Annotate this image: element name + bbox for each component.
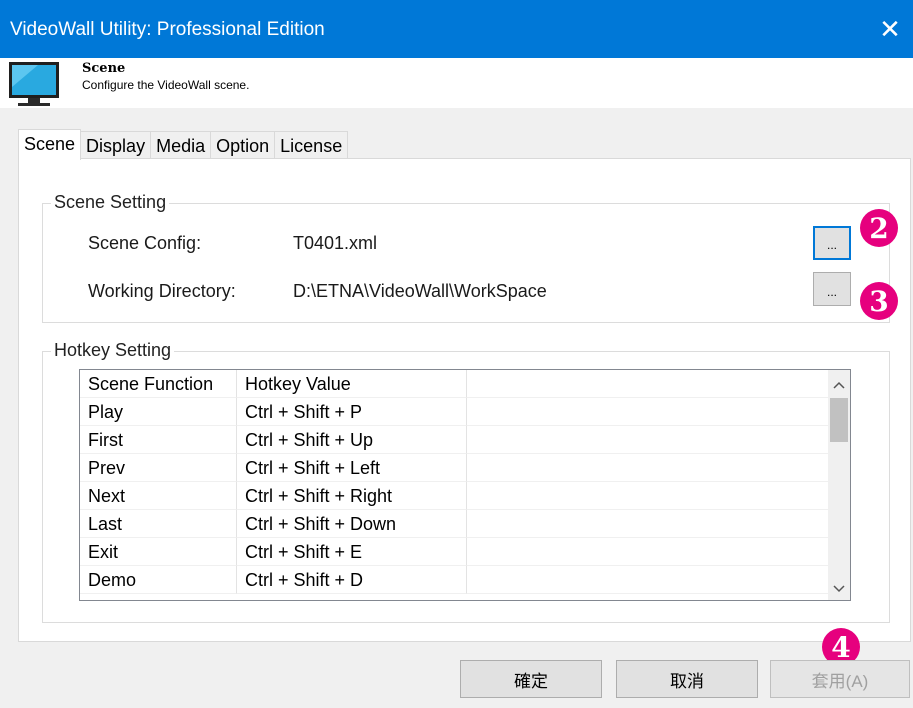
table-row[interactable]: First Ctrl + Shift + Up (80, 426, 828, 454)
scene-config-value: T0401.xml (293, 233, 378, 253)
scene-function-cell: Play (80, 398, 237, 426)
empty-cell (467, 398, 828, 426)
tab-option[interactable]: Option (210, 131, 276, 159)
scene-function-cell: Demo (80, 566, 237, 594)
scene-config-label: Scene Config: (88, 233, 202, 253)
table-row[interactable]: Prev Ctrl + Shift + Left (80, 454, 828, 482)
page-header: Scene Configure the VideoWall scene. (0, 58, 913, 108)
scene-setting-title: Scene Setting (51, 192, 170, 213)
empty-cell (467, 454, 828, 482)
hotkey-value-cell: Ctrl + Shift + Left (237, 454, 467, 482)
scene-function-cell: Next (80, 482, 237, 510)
scene-function-cell: Prev (80, 454, 237, 482)
window-title: VideoWall Utility: Professional Edition (10, 19, 325, 40)
scene-function-cell: Last (80, 510, 237, 538)
table-row[interactable]: Next Ctrl + Shift + Right (80, 482, 828, 510)
tab-media[interactable]: Media (150, 131, 212, 159)
table-scrollbar[interactable] (828, 370, 850, 600)
cancel-button[interactable]: 取消 (616, 660, 758, 698)
working-directory-browse-button[interactable]: ... (813, 272, 851, 306)
apply-button[interactable]: 套用(A) (770, 660, 910, 698)
column-header-hotkey-value[interactable]: Hotkey Value (237, 370, 467, 398)
tab-scene[interactable]: Scene (18, 129, 82, 160)
empty-cell (467, 538, 828, 566)
hotkey-value-cell: Ctrl + Shift + E (237, 538, 467, 566)
tab-strip: Scene Display Media Option License (18, 129, 349, 160)
hotkey-value-cell: Ctrl + Shift + P (237, 398, 467, 426)
table-row[interactable]: Play Ctrl + Shift + P (80, 398, 828, 426)
chevron-up-icon[interactable] (828, 374, 850, 396)
hotkey-value-cell: Ctrl + Shift + Right (237, 482, 467, 510)
scene-setting-group: Scene Setting (42, 192, 890, 323)
scrollbar-thumb[interactable] (830, 398, 848, 442)
hotkey-value-cell: Ctrl + Shift + Up (237, 426, 467, 454)
window-titlebar: VideoWall Utility: Professional Edition … (0, 0, 913, 58)
ok-button[interactable]: 確定 (460, 660, 602, 698)
column-header-scene-function[interactable]: Scene Function (80, 370, 237, 398)
table-header-row: Scene Function Hotkey Value (80, 370, 828, 398)
monitor-icon (9, 62, 59, 106)
header-subtitle: Configure the VideoWall scene. (82, 78, 250, 92)
scene-function-cell: First (80, 426, 237, 454)
hotkey-setting-title: Hotkey Setting (51, 340, 175, 361)
callout-badge-2: 2 (860, 209, 898, 247)
working-directory-label: Working Directory: (88, 281, 236, 301)
chevron-down-icon[interactable] (828, 578, 850, 600)
table-row[interactable]: Exit Ctrl + Shift + E (80, 538, 828, 566)
tab-display[interactable]: Display (80, 131, 152, 159)
tab-license[interactable]: License (274, 131, 349, 159)
working-directory-value: D:\ETNA\VideoWall\WorkSpace (293, 281, 547, 301)
header-title: Scene (82, 61, 126, 76)
empty-cell (467, 426, 828, 454)
hotkey-value-cell: Ctrl + Shift + Down (237, 510, 467, 538)
table-row[interactable]: Last Ctrl + Shift + Down (80, 510, 828, 538)
hotkey-table[interactable]: Scene Function Hotkey Value Play Ctrl + … (79, 369, 851, 601)
empty-cell (467, 510, 828, 538)
scene-function-cell: Exit (80, 538, 237, 566)
callout-badge-3: 3 (860, 282, 898, 320)
close-icon[interactable]: ✕ (871, 10, 909, 48)
empty-cell (467, 482, 828, 510)
empty-cell (467, 566, 828, 594)
tab-panel-scene: Scene Setting Scene Config: T0401.xml ..… (18, 158, 911, 642)
hotkey-value-cell: Ctrl + Shift + D (237, 566, 467, 594)
scene-config-browse-button[interactable]: ... (813, 226, 851, 260)
column-header-empty (467, 370, 828, 398)
table-row[interactable]: Demo Ctrl + Shift + D (80, 566, 828, 594)
